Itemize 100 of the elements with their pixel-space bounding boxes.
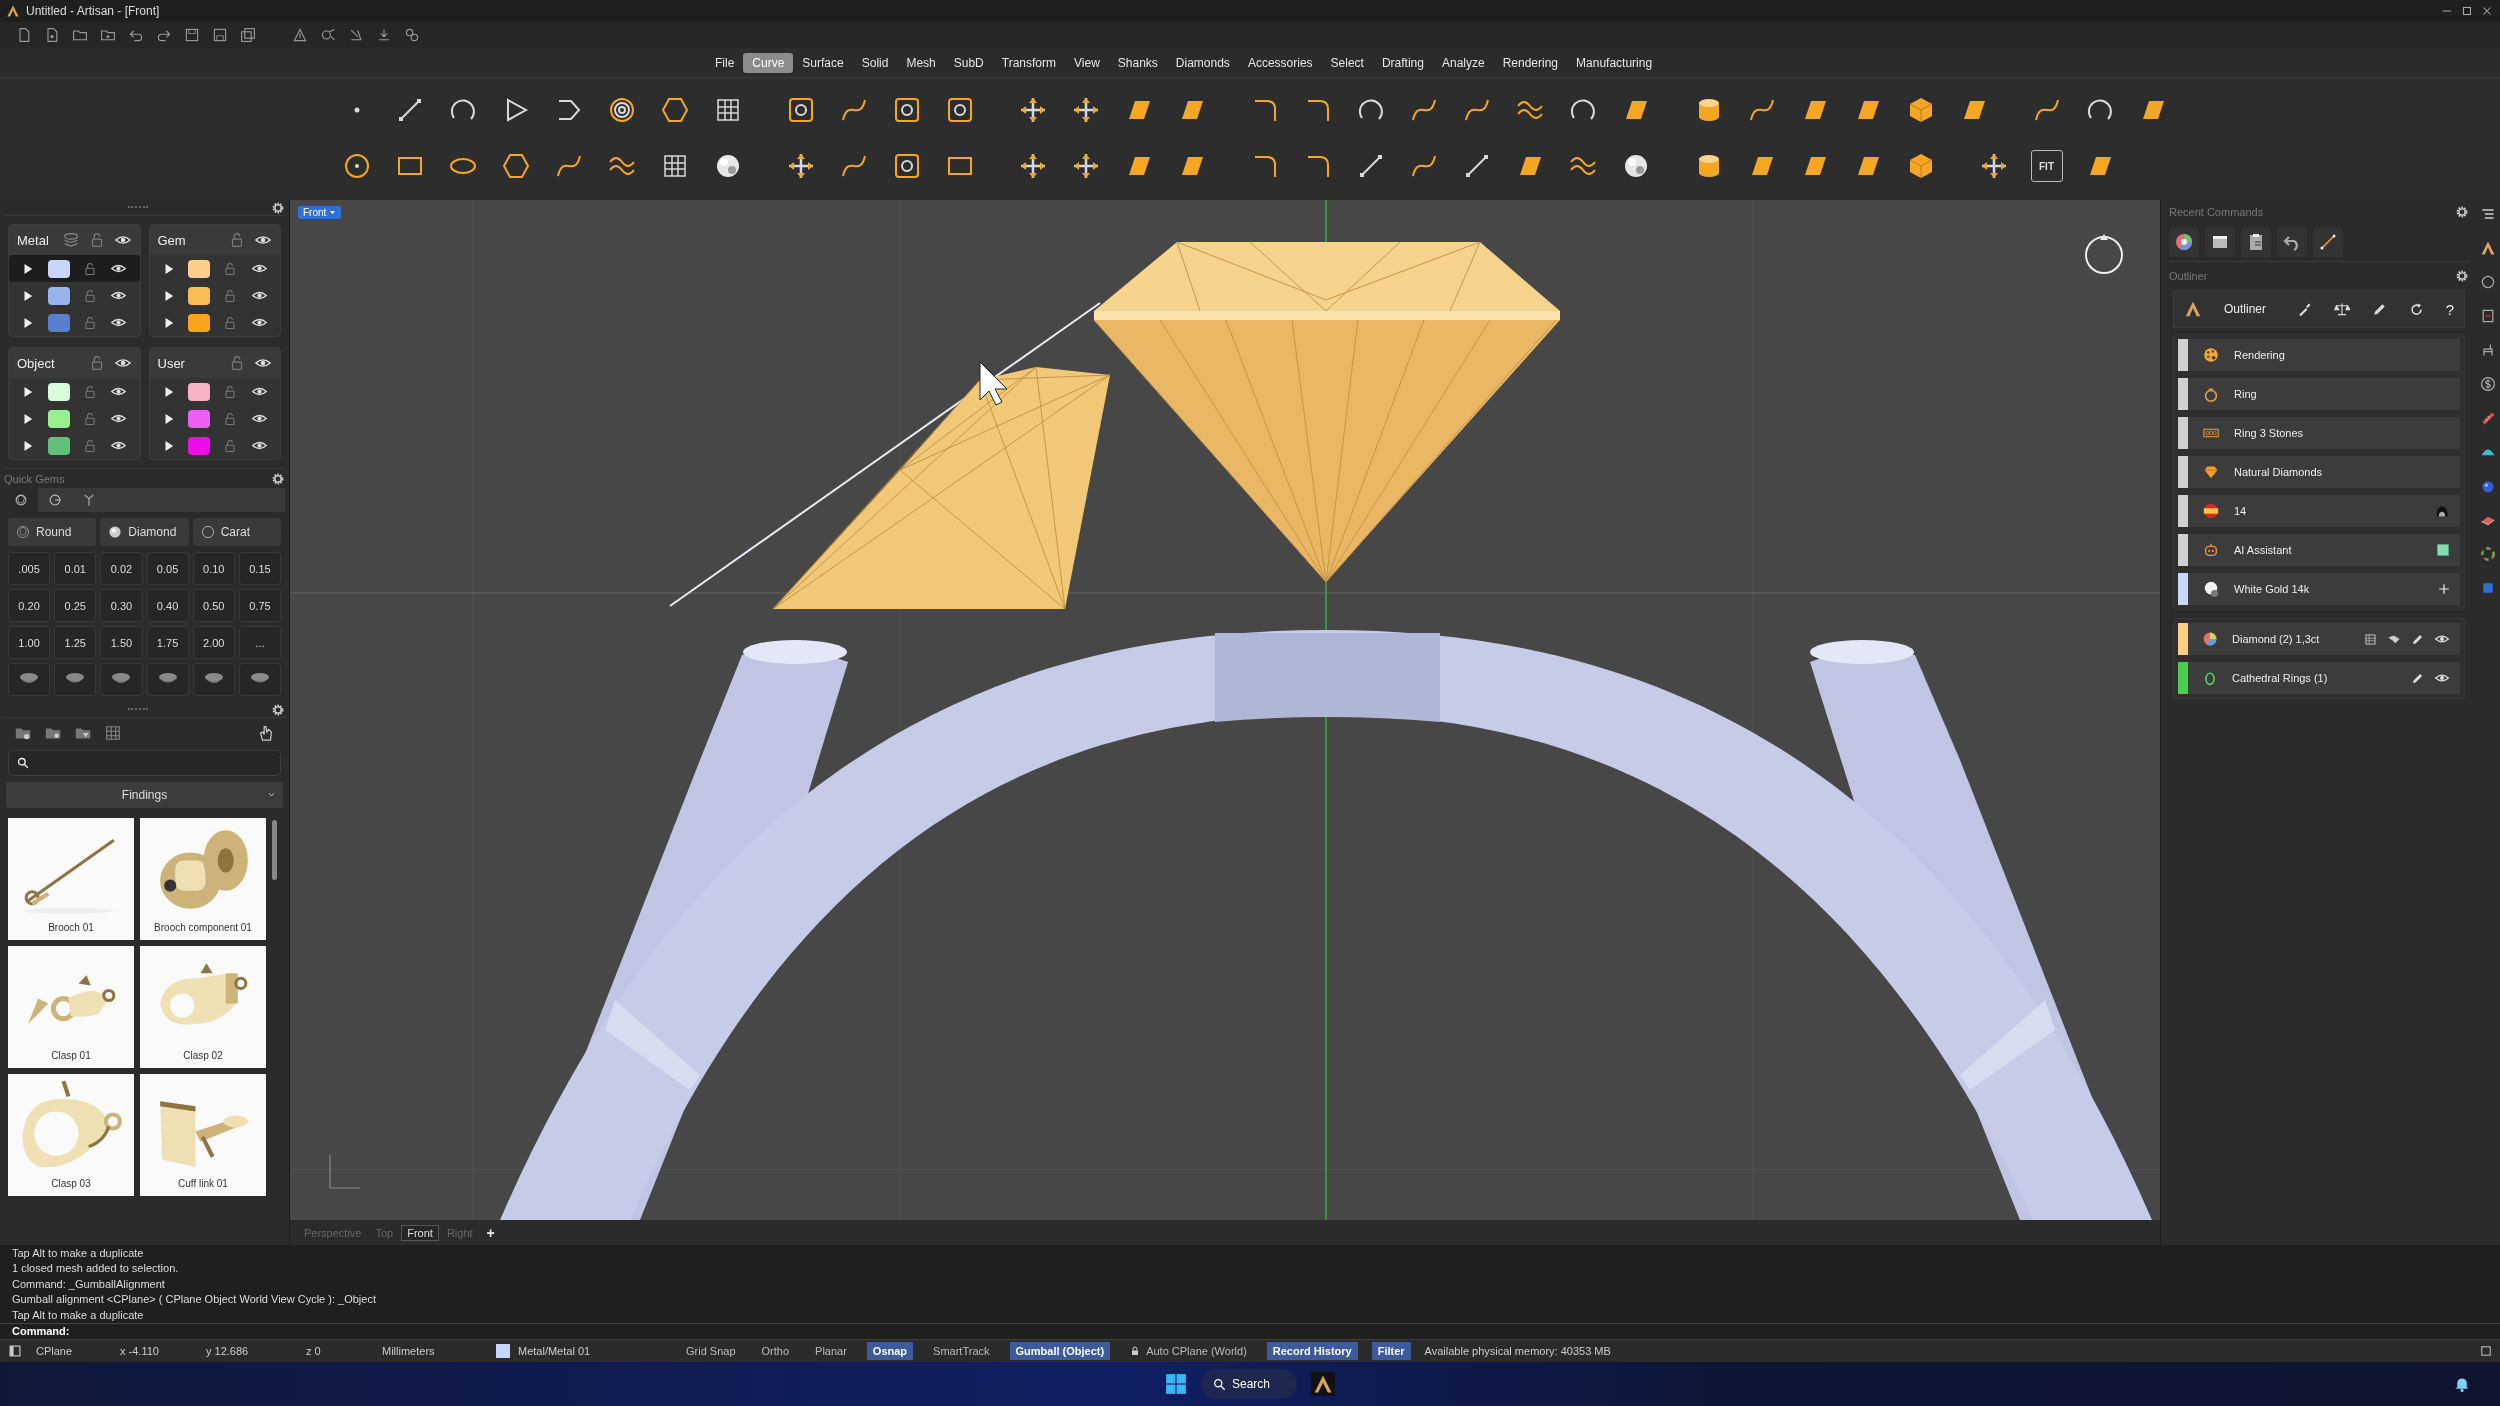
menu-tab[interactable]: Diamonds [1166, 52, 1239, 73]
insert-icon[interactable] [376, 27, 392, 43]
diamond-drawing[interactable] [1093, 241, 1560, 583]
status-toggle[interactable]: Auto CPlane (World) [1124, 1342, 1253, 1360]
size-button[interactable]: 0.05 [146, 552, 189, 585]
recent-command-button[interactable] [2277, 226, 2307, 257]
layer-color-swatch[interactable] [188, 382, 211, 401]
size-button[interactable]: 0.10 [192, 552, 235, 585]
recent-command-button[interactable] [2313, 226, 2343, 257]
save-as-icon[interactable] [212, 27, 228, 43]
object-item[interactable]: Diamond (2) 1,3ct [2178, 623, 2460, 655]
recent-command-button[interactable] [2241, 226, 2271, 257]
maximize-icon[interactable] [2460, 4, 2474, 18]
size-button[interactable]: 1.00 [8, 626, 51, 659]
menu-tab[interactable]: Manufacturing [1567, 52, 1662, 73]
size-button[interactable]: 0.30 [100, 589, 143, 622]
help-button[interactable]: ? [2445, 300, 2454, 318]
new-file-icon[interactable] [16, 27, 32, 43]
settings-icon[interactable] [2455, 205, 2469, 219]
menu-tab[interactable]: Select [1321, 52, 1373, 73]
outliner-item[interactable]: Rendering [2178, 339, 2460, 371]
viewport-label[interactable]: Front [298, 206, 342, 219]
menu-tab[interactable]: Analyze [1432, 52, 1494, 73]
list-icon[interactable] [2479, 206, 2496, 222]
size-button[interactable]: ... [238, 626, 281, 659]
size-button[interactable]: 0.02 [100, 552, 143, 585]
unit-dropdown[interactable]: Carat [192, 518, 281, 546]
size-button[interactable]: 1.50 [100, 626, 143, 659]
dollar-icon[interactable] [2479, 376, 2496, 392]
layer-color-swatch[interactable] [188, 409, 211, 428]
pencil-icon[interactable] [2371, 301, 2387, 317]
windows-start-icon[interactable] [1165, 1373, 1187, 1395]
grid-icon[interactable] [104, 724, 122, 742]
hat-icon[interactable] [2434, 503, 2450, 519]
template-icon[interactable] [44, 27, 60, 43]
layer-row[interactable] [9, 255, 140, 282]
size-button[interactable]: 0.25 [54, 589, 97, 622]
size-button[interactable]: 0.01 [54, 552, 97, 585]
recent-command-button[interactable] [2169, 226, 2199, 257]
status-toggle[interactable]: Osnap [866, 1342, 914, 1360]
layer-color-swatch[interactable] [47, 436, 70, 455]
outliner-item[interactable]: Ring [2178, 378, 2460, 410]
panel-toggle-icon[interactable] [8, 1344, 22, 1358]
taskbar-search[interactable]: Search [1201, 1369, 1297, 1399]
status-toggle[interactable]: Planar [809, 1342, 853, 1360]
status-toggle[interactable]: Ortho [755, 1342, 796, 1360]
cplane-label[interactable]: CPlane [36, 1345, 106, 1357]
menu-tab[interactable]: Surface [793, 52, 853, 73]
hand-icon[interactable] [257, 724, 275, 742]
save-icon[interactable] [184, 27, 200, 43]
settings-icon[interactable] [2455, 269, 2469, 283]
menu-tab[interactable]: Transform [992, 52, 1065, 73]
attach-icon[interactable] [348, 27, 364, 43]
circle-icon[interactable] [2479, 274, 2496, 290]
recent-command-button[interactable] [2205, 226, 2235, 257]
layer-color-swatch[interactable] [47, 286, 70, 305]
setting-button[interactable] [100, 663, 143, 696]
wireframe-gem-drawing[interactable] [772, 366, 1111, 610]
size-button[interactable]: 1.75 [146, 626, 189, 659]
outliner-item[interactable]: Ring 3 Stones [2178, 417, 2460, 449]
pencil-icon[interactable] [2411, 671, 2424, 685]
menu-tab[interactable]: File [706, 52, 744, 73]
setting-button[interactable] [8, 663, 51, 696]
viewport-tab[interactable]: Front [401, 1224, 439, 1241]
outliner-item[interactable]: Natural Diamonds [2178, 456, 2460, 488]
size-button[interactable]: 2.00 [192, 626, 235, 659]
command-prompt[interactable]: Command: [0, 1323, 2500, 1339]
layer-color-swatch[interactable] [47, 382, 70, 401]
stack-icon[interactable] [61, 231, 80, 249]
outliner-item[interactable]: White Gold 14k [2178, 573, 2460, 605]
panel-toggle-icon[interactable] [2480, 1345, 2492, 1357]
outliner-item[interactable]: 14 [2178, 495, 2460, 527]
layer-color-swatch[interactable] [47, 259, 70, 278]
export-icon[interactable] [320, 27, 336, 43]
ball-icon[interactable] [2479, 478, 2496, 494]
settings-icon[interactable] [271, 702, 285, 717]
setting-button[interactable] [238, 663, 281, 696]
size-button[interactable]: 1.25 [54, 626, 97, 659]
save-all-icon[interactable] [240, 27, 256, 43]
layer-color-swatch[interactable] [188, 259, 211, 278]
folder-add-icon[interactable] [100, 27, 116, 43]
units-label[interactable]: Millimeters [382, 1345, 482, 1357]
ring-drawing[interactable] [500, 630, 2152, 1220]
layer-color-swatch[interactable] [47, 409, 70, 428]
menu-tab[interactable]: View [1065, 52, 1109, 73]
size-button[interactable]: 0.50 [192, 589, 235, 622]
settings-icon[interactable] [271, 471, 285, 486]
material-dropdown[interactable]: Diamond [100, 518, 189, 546]
current-layer[interactable]: Metal/Metal 01 [518, 1345, 591, 1357]
object-item[interactable]: Cathedral Rings (1) [2178, 662, 2460, 694]
refresh-icon[interactable] [2408, 301, 2424, 317]
setting-button[interactable] [54, 663, 97, 696]
menu-tab[interactable]: Drafting [1372, 52, 1433, 73]
block-icon[interactable] [404, 27, 420, 43]
table-icon[interactable] [2364, 632, 2377, 646]
menu-tab[interactable]: SubD [944, 52, 993, 73]
size-button[interactable]: 0.40 [146, 589, 189, 622]
menu-tab[interactable]: Shanks [1108, 52, 1167, 73]
settings-icon[interactable] [271, 200, 285, 215]
size-button[interactable]: 0.20 [8, 589, 51, 622]
